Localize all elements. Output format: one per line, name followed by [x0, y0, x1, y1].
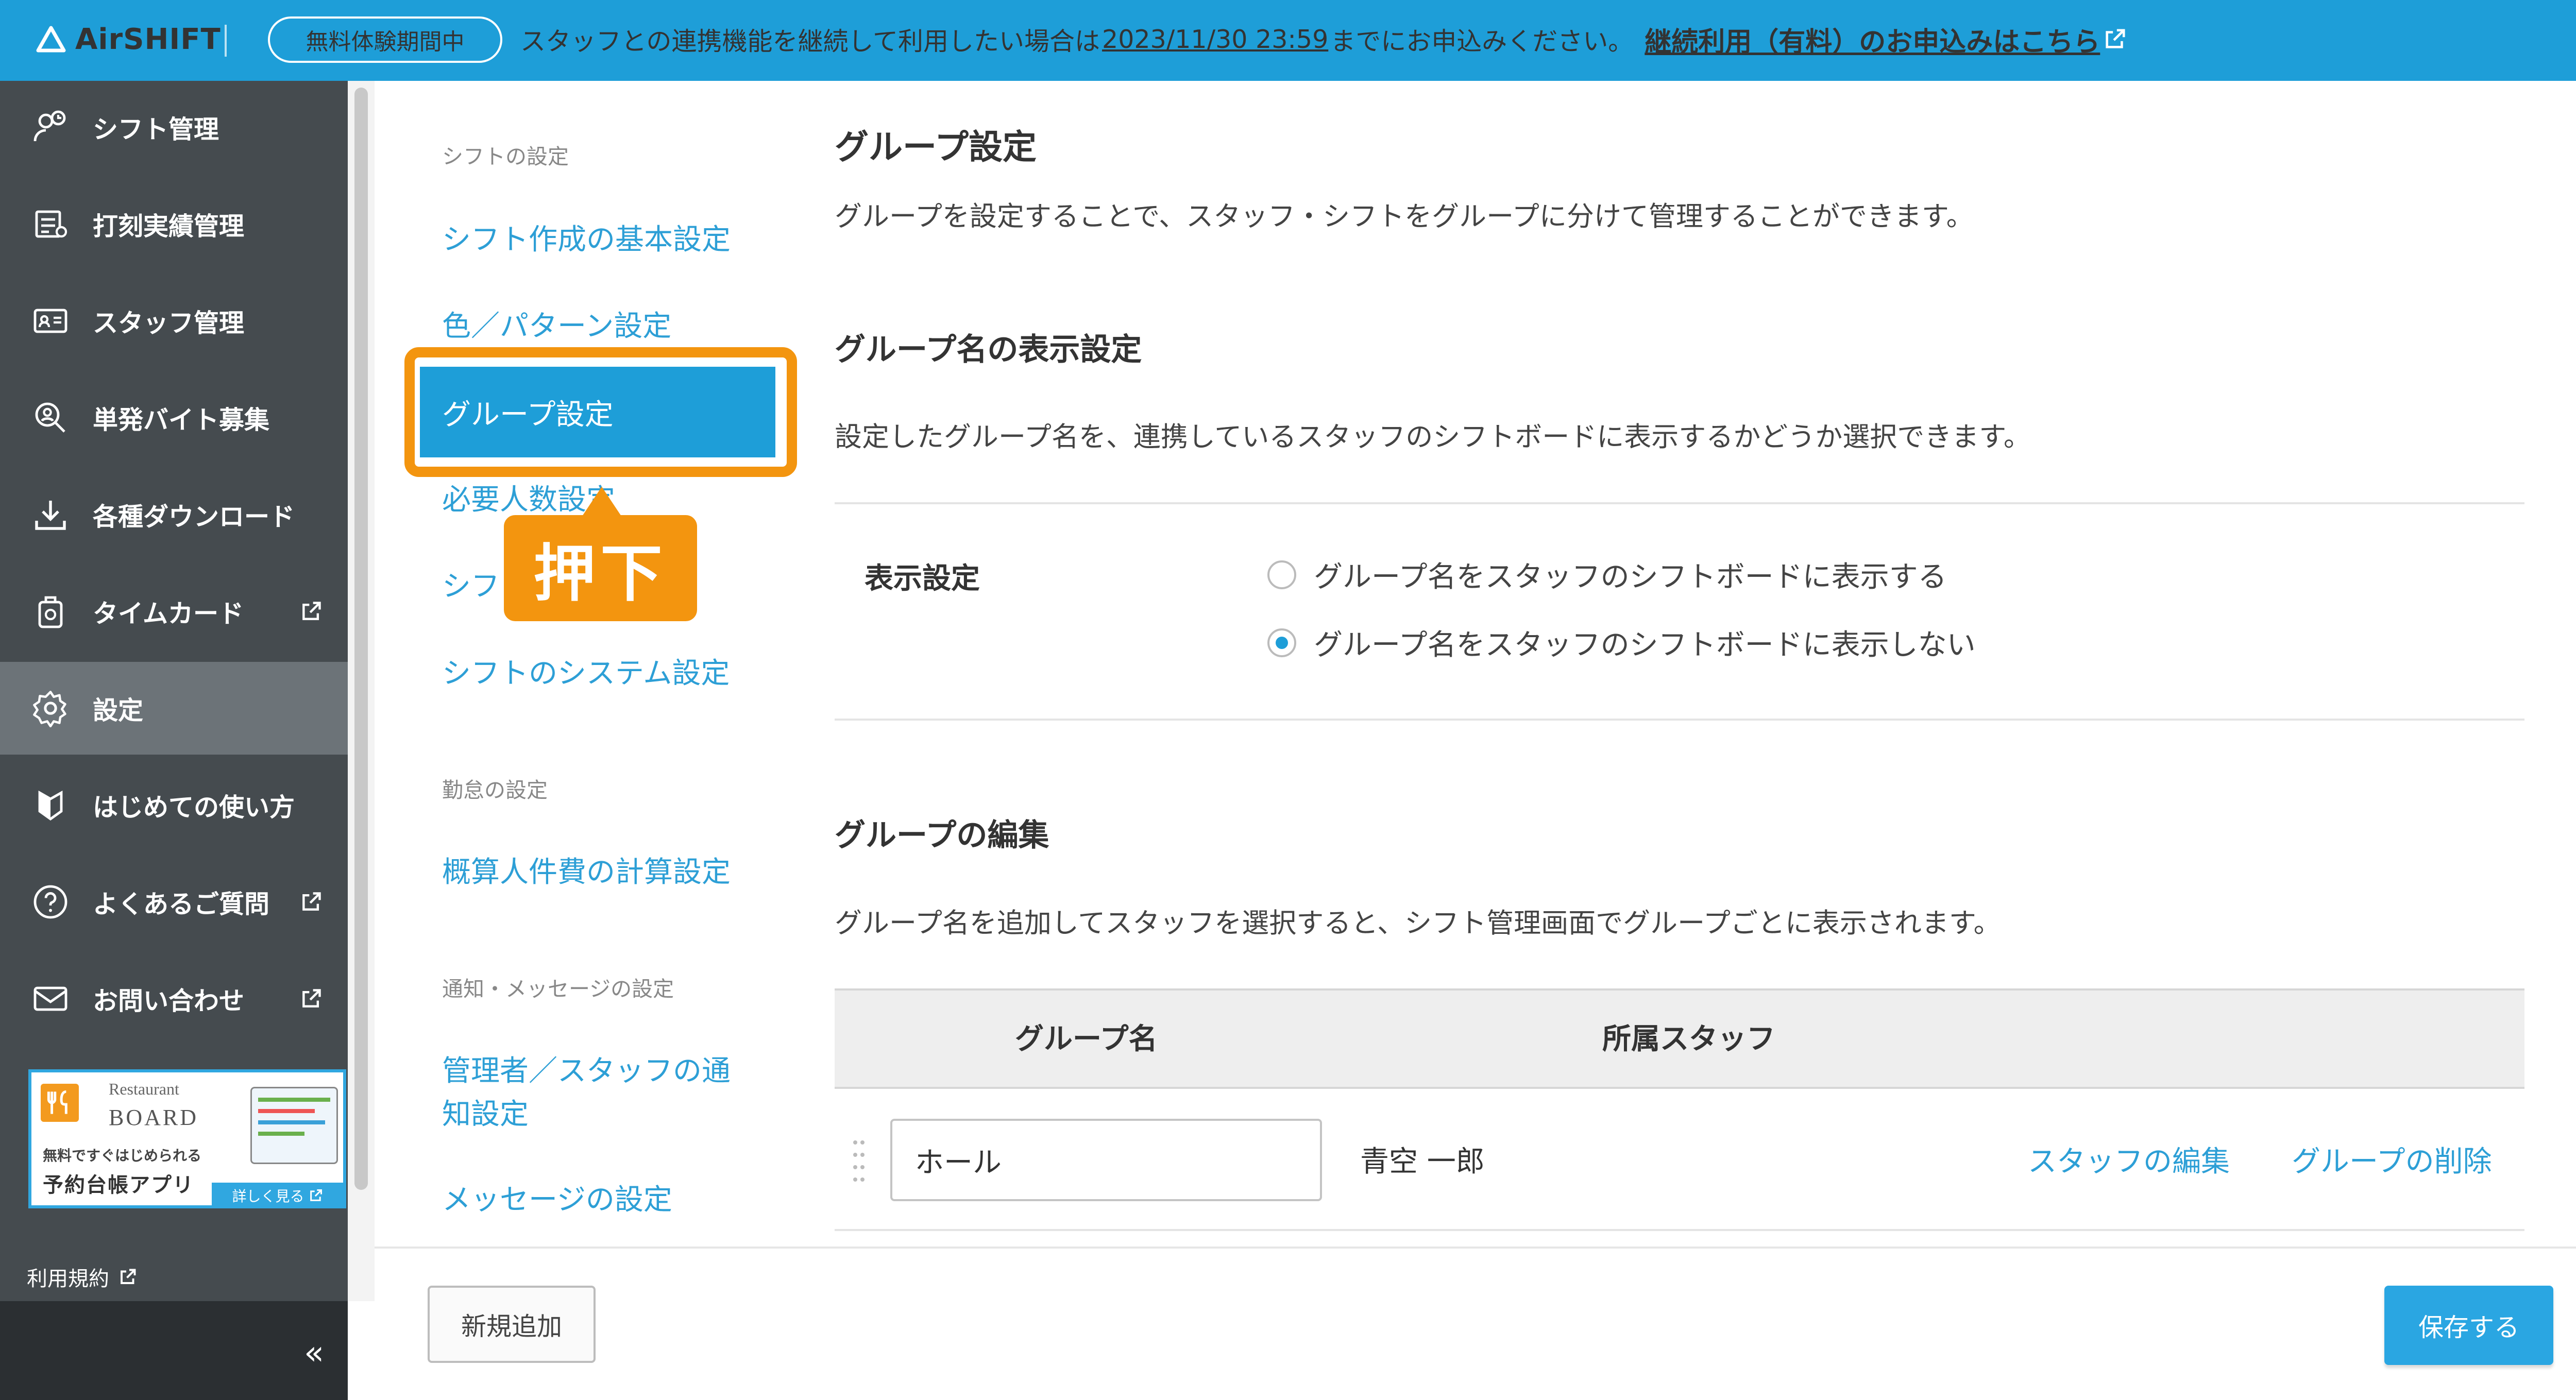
continue-subscription-link[interactable]: 継続利用（有料）のお申込みはこちら [1645, 20, 2100, 59]
banner-brand-bottom: BOARD [109, 1105, 199, 1130]
external-link-icon [302, 989, 321, 1008]
sidebar-item-download[interactable]: 各種ダウンロード [0, 468, 348, 561]
sidebar-item-label: 単発バイト募集 [93, 405, 270, 435]
banner-more-button[interactable]: 詳しく見る [212, 1183, 343, 1208]
sidebar-item-label: タイムカード [93, 599, 244, 628]
subnav-item-shift-system[interactable]: シフトのシステム設定 [442, 650, 730, 692]
subnav-section-attendance: 勤怠の設定 [442, 778, 548, 803]
sidebar-item-label: よくあるご質問 [93, 889, 270, 919]
sidebar-item-beginner-guide[interactable]: はじめての使い方 [0, 759, 348, 851]
trial-notice: スタッフとの連携機能を継続して利用したい場合は 2023/11/30 23:59… [520, 19, 2127, 60]
gear-icon [30, 688, 71, 729]
page-description: グループを設定することで、スタッフ・シフトをグループに分けて管理することができま… [835, 201, 1974, 232]
column-header-group-name: グループ名 [1015, 1022, 1158, 1056]
external-link-icon [302, 602, 321, 620]
question-icon [30, 881, 71, 923]
display-section-title: グループ名の表示設定 [835, 332, 1142, 368]
divider [835, 502, 2524, 504]
sidebar-item-clock-record[interactable]: 打刻実績管理 [0, 178, 348, 270]
download-icon [30, 494, 71, 535]
sidebar-item-label: はじめての使い方 [93, 792, 295, 822]
display-section-description: 設定したグループ名を、連携しているスタッフのシフトボードに表示するかどうか選択で… [835, 421, 2031, 453]
display-setting-label: 表示設定 [865, 562, 980, 595]
search-person-icon [30, 397, 71, 438]
subnav-item-group[interactable]: グループ設定 [420, 367, 775, 457]
action-bar [375, 1247, 2576, 1400]
sidebar-item-label: 設定 [93, 695, 144, 725]
airshift-logo-icon [36, 26, 66, 53]
shift-icon [30, 107, 71, 148]
timecard-icon [30, 591, 71, 632]
edit-section-title: グループの編集 [835, 817, 1049, 853]
callout-arrow [581, 487, 622, 518]
drag-handle-icon[interactable] [852, 1138, 866, 1188]
subnav-scrollbar-thumb[interactable] [354, 88, 368, 1190]
restaurant-board-logo-icon [41, 1084, 79, 1122]
subnav-item-notification[interactable]: 管理者／スタッフの通 [442, 1048, 731, 1089]
add-group-button[interactable]: 新規追加 [428, 1286, 596, 1363]
terms-link[interactable]: 利用規約 [27, 1262, 137, 1292]
subnav-item-labor-cost[interactable]: 概算人件費の計算設定 [442, 849, 731, 891]
sidebar-item-timecard[interactable]: タイムカード [0, 565, 348, 658]
clock-record-icon [30, 203, 71, 245]
notice-prefix: スタッフとの連携機能を継続して利用したい場合は [520, 26, 1100, 56]
banner-tagline-1: 無料ですぐはじめられる [43, 1147, 202, 1164]
edit-section-description: グループ名を追加してスタッフを選択すると、シフト管理画面でグループごとに表示され… [835, 908, 2001, 939]
group-name-input[interactable]: ホール [890, 1119, 1322, 1201]
staff-card-icon [30, 300, 71, 342]
radio-hide-group-label[interactable]: グループ名をスタッフのシフトボードに表示しない [1314, 622, 1976, 663]
subnav-item-message[interactable]: メッセージの設定 [442, 1176, 672, 1218]
logo-divider [225, 25, 227, 57]
beginner-icon [30, 784, 71, 826]
sidebar-footer [0, 1301, 348, 1400]
group-staff: 青空 一郎 [1360, 1145, 1485, 1179]
brand-name: AirSHIFT [75, 22, 221, 56]
sidebar-item-label: シフト管理 [93, 114, 219, 144]
sidebar-collapse-button[interactable]: « [304, 1334, 324, 1372]
radio-hide-group[interactable] [1267, 628, 1296, 657]
subnav-item-color-pattern[interactable]: 色／パターン設定 [442, 303, 671, 345]
banner-brand-top: Restaurant [109, 1080, 179, 1098]
divider [835, 719, 2524, 721]
row-divider [835, 1229, 2524, 1231]
notice-suffix: までにお申込みください。 [1330, 26, 1634, 56]
subnav-item-notification-cont[interactable]: 知設定 [442, 1091, 529, 1133]
subnav-item-shift-basic[interactable]: シフト作成の基本設定 [442, 216, 731, 258]
trial-badge: 無料体験期間中 [268, 16, 502, 63]
sidebar-item-staff[interactable]: スタッフ管理 [0, 275, 348, 367]
sidebar-item-label: スタッフ管理 [93, 308, 245, 338]
brand-logo[interactable]: AirSHIFT [36, 19, 221, 60]
banner-tagline-2: 予約台帳アプリ [43, 1173, 194, 1197]
edit-staff-link[interactable]: スタッフの編集 [2028, 1138, 2230, 1180]
banner-device-image [250, 1087, 338, 1164]
sidebar-item-label: 打刻実績管理 [93, 211, 245, 241]
terms-label: 利用規約 [27, 1267, 109, 1291]
banner-more-label: 詳しく見る [232, 1188, 304, 1205]
sidebar-item-faq[interactable]: よくあるご質問 [0, 856, 348, 948]
column-header-staff: 所属スタッフ [1602, 1022, 1775, 1056]
mail-icon [30, 978, 71, 1019]
restaurant-board-banner[interactable]: Restaurant BOARD 無料ですぐはじめられる 予約台帳アプリ 詳しく… [28, 1069, 346, 1208]
external-link-icon [121, 1269, 136, 1284]
page-title: グループ設定 [835, 127, 1037, 167]
external-link-icon [2106, 29, 2125, 48]
subnav-section-shift: シフトの設定 [442, 144, 569, 169]
save-button[interactable]: 保存する [2384, 1286, 2553, 1365]
sidebar-item-shift[interactable]: シフト管理 [0, 81, 348, 174]
external-link-icon [310, 1189, 322, 1201]
sidebar-item-settings[interactable]: 設定 [0, 662, 348, 755]
sidebar-item-single-job[interactable]: 単発バイト募集 [0, 371, 348, 464]
sidebar-item-label: お問い合わせ [93, 986, 245, 1016]
delete-group-link[interactable]: グループの削除 [2292, 1138, 2492, 1180]
press-callout: 押下 [504, 515, 697, 621]
sidebar-item-label: 各種ダウンロード [93, 502, 295, 532]
radio-show-group-label[interactable]: グループ名をスタッフのシフトボードに表示する [1314, 554, 1947, 595]
external-link-icon [302, 892, 321, 911]
subnav-section-notification: 通知・メッセージの設定 [442, 977, 674, 1001]
sidebar-item-contact[interactable]: お問い合わせ [0, 952, 348, 1045]
radio-show-group[interactable] [1267, 560, 1296, 589]
notice-deadline: 2023/11/30 23:59 [1102, 24, 1329, 54]
